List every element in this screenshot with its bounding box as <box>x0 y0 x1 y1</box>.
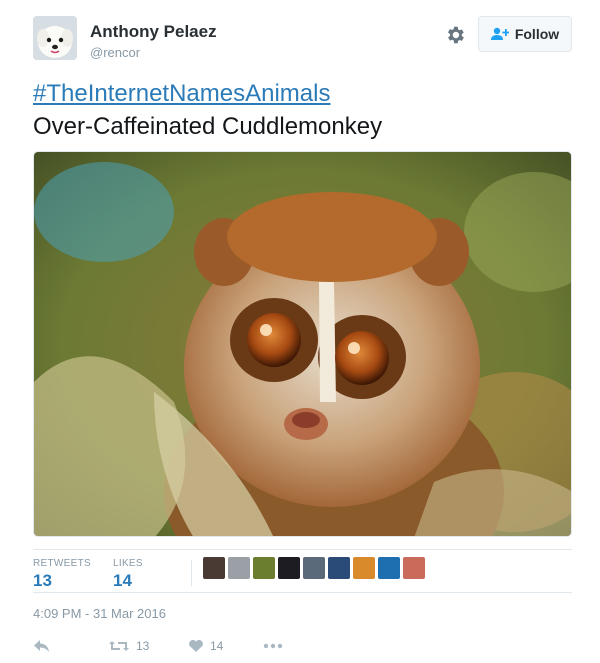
user-avatar[interactable] <box>33 16 77 60</box>
display-name[interactable]: Anthony Pelaez <box>90 22 217 42</box>
likes-count[interactable]: 14 <box>113 571 132 591</box>
retweets-count[interactable]: 13 <box>33 571 52 591</box>
gear-icon[interactable] <box>444 24 466 46</box>
add-user-icon <box>490 27 509 40</box>
dog-avatar-image <box>33 16 77 60</box>
liker-avatar-3[interactable] <box>253 557 275 579</box>
liker-avatar-7[interactable] <box>353 557 375 579</box>
liker-avatar-8[interactable] <box>378 557 400 579</box>
reply-button[interactable] <box>33 636 51 656</box>
liker-avatar-4[interactable] <box>278 557 300 579</box>
slow-loris-image <box>34 152 571 536</box>
retweet-icon <box>109 641 129 651</box>
retweet-button[interactable]: 13 <box>108 636 149 656</box>
more-dots-icon <box>263 643 283 649</box>
retweets-label: RETWEETS <box>33 558 91 569</box>
more-button[interactable] <box>263 636 283 656</box>
liker-avatar-6[interactable] <box>328 557 350 579</box>
liker-avatar-5[interactable] <box>303 557 325 579</box>
tweet-photo[interactable] <box>33 151 572 537</box>
likes-label: LIKES <box>113 558 143 569</box>
tweet-timestamp[interactable]: 4:09 PM - 31 Mar 2016 <box>33 606 166 621</box>
tweet-text: Over-Caffeinated Cuddlemonkey <box>33 113 383 140</box>
liker-avatar-9[interactable] <box>403 557 425 579</box>
stats-bar: RETWEETS 13 LIKES 14 <box>33 549 572 593</box>
stats-divider <box>191 560 192 586</box>
like-count: 14 <box>210 639 224 653</box>
follow-button[interactable]: Follow <box>478 16 572 52</box>
liker-avatar-2[interactable] <box>228 557 250 579</box>
follow-label: Follow <box>514 26 560 42</box>
liker-avatars <box>203 557 425 581</box>
hashtag-link[interactable]: #TheInternetNamesAnimals <box>33 80 330 108</box>
like-button[interactable]: 14 <box>188 636 223 656</box>
username[interactable]: @rencor <box>90 45 140 60</box>
reply-icon <box>34 640 49 652</box>
heart-icon <box>189 640 203 652</box>
retweet-count: 13 <box>136 639 150 653</box>
tweet-actions: 13 14 <box>33 636 333 658</box>
liker-avatar-1[interactable] <box>203 557 225 579</box>
